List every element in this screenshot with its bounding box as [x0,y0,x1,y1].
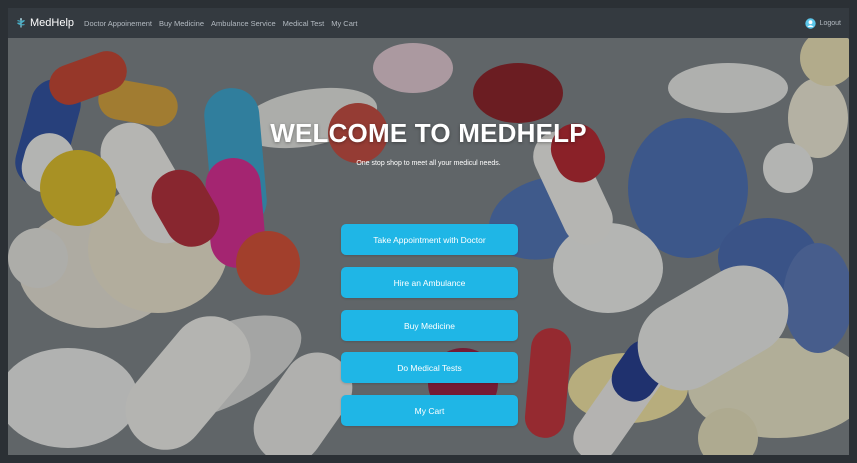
navbar: MedHelp Doctor Appoinement Buy Medicine … [8,8,849,39]
take-appointment-button[interactable]: Take Appointment with Doctor [341,224,518,255]
nav-my-cart[interactable]: My Cart [331,19,357,28]
my-cart-button[interactable]: My Cart [341,395,518,426]
logout-link[interactable]: Logout [804,17,841,29]
nav-links: Doctor Appoinement Buy Medicine Ambulanc… [84,19,364,28]
hero-title: WELCOME TO MEDHELP [270,118,587,148]
nav-buy-medicine[interactable]: Buy Medicine [159,19,204,28]
user-circle-icon [804,17,816,29]
nav-medical-test[interactable]: Medical Test [283,19,325,28]
brand-name: MedHelp [30,17,75,29]
nav-doctor-appointment[interactable]: Doctor Appoinement [84,19,152,28]
hero-subtitle: One stop shop to meet all your medicul n… [356,160,501,167]
brand-link[interactable]: MedHelp [16,17,74,29]
do-medical-tests-button[interactable]: Do Medical Tests [341,352,518,383]
hire-ambulance-button[interactable]: Hire an Ambulance [341,267,518,298]
app-frame: MedHelp Doctor Appoinement Buy Medicine … [8,8,849,455]
hero-content: WELCOME TO MEDHELP One stop shop to meet… [8,38,849,455]
hero-section: WELCOME TO MEDHELP One stop shop to meet… [8,38,849,455]
buy-medicine-button[interactable]: Buy Medicine [341,310,518,341]
nav-ambulance-service[interactable]: Ambulance Service [211,19,276,28]
logout-label: Logout [819,19,841,27]
caduceus-icon [16,18,26,28]
